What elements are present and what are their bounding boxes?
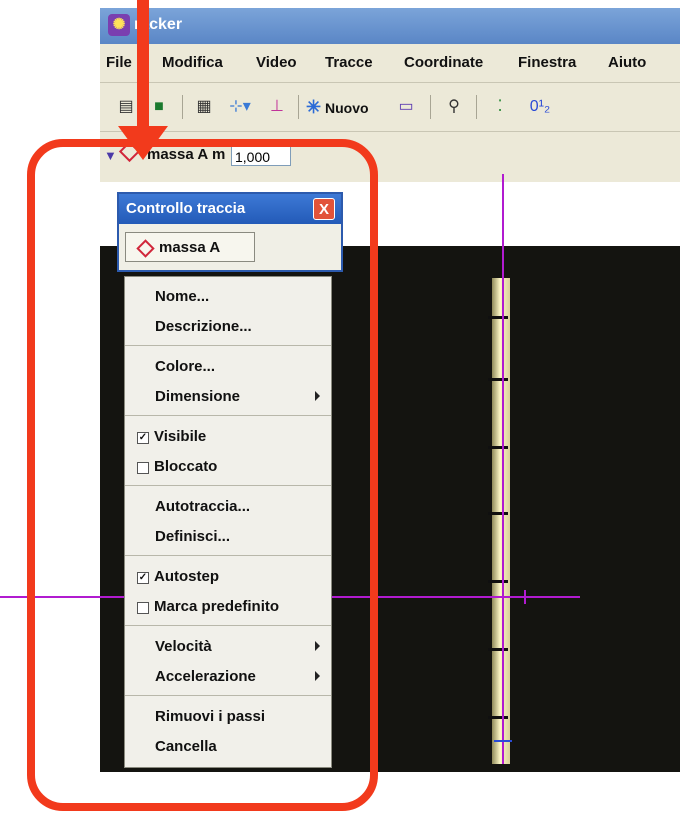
menu-item-label: Autostep <box>154 568 219 585</box>
menu-coordinate[interactable]: Coordinate <box>404 54 483 71</box>
save-icon[interactable]: ■ <box>146 93 172 121</box>
toolbar-separator <box>298 95 299 119</box>
trail-icon[interactable]: ⁚ <box>486 93 514 121</box>
rod-tick <box>488 716 508 719</box>
submenu-arrow-icon <box>315 671 320 681</box>
mass-field[interactable]: 1,000 <box>231 146 291 166</box>
menu-item-definisci[interactable]: Definisci... <box>125 523 331 553</box>
rod-tick <box>488 512 508 515</box>
menu-aiuto[interactable]: Aiuto <box>608 54 646 71</box>
rod-tick <box>488 446 508 449</box>
menu-tracce[interactable]: Tracce <box>325 54 373 71</box>
menu-modifica[interactable]: Modifica <box>162 54 223 71</box>
menu-item-label: Rimuovi i passi <box>155 708 266 725</box>
track-control-header[interactable]: Controllo traccia X <box>119 194 341 224</box>
open-icon[interactable]: ▤ <box>114 93 138 121</box>
datatrack-icon[interactable]: ▭ <box>392 93 420 121</box>
track-dropdown-icon[interactable]: ▼ <box>104 148 117 163</box>
checkbox-checked-icon[interactable]: ✓ <box>137 572 149 584</box>
crosshair-vertical[interactable] <box>502 174 504 764</box>
checkbox-unchecked-icon[interactable] <box>137 462 149 474</box>
menu-item-nome[interactable]: Nome... <box>125 283 331 313</box>
track-select-label: massa A <box>159 239 221 256</box>
axis-mark <box>524 590 526 604</box>
clip-settings-icon[interactable]: ▦ <box>192 93 216 121</box>
menu-item-label: Visibile <box>154 428 207 445</box>
menu-item-label: Marca predefinito <box>154 598 280 615</box>
menu-item-rimuovi-passi[interactable]: Rimuovi i passi <box>125 703 331 733</box>
menu-separator <box>125 625 331 626</box>
menu-item-label: Bloccato <box>154 458 218 475</box>
toolbar-separator <box>476 95 477 119</box>
toolbar-separator <box>182 95 183 119</box>
toolbar: ▤ ■ ▦ ⊹▾ ⊥ ✳ Nuovo ▭ ⚲ ⁚ 0¹₂ <box>100 83 680 132</box>
track-point-mark[interactable] <box>494 740 512 742</box>
tracker-logo-icon: ✺ <box>108 14 130 36</box>
menu-separator <box>125 485 331 486</box>
menu-item-marca-predefinito[interactable]: Marca predefinito <box>125 593 331 623</box>
menu-bar: File Modifica Video Tracce Coordinate Fi… <box>100 44 680 83</box>
submenu-arrow-icon <box>315 391 320 401</box>
menu-finestra[interactable]: Finestra <box>518 54 576 71</box>
annotation-arrow <box>137 0 149 128</box>
menu-item-autostep[interactable]: ✓ Autostep <box>125 563 331 593</box>
submenu-arrow-icon <box>315 641 320 651</box>
asterisk-icon: ✳ <box>306 97 322 117</box>
menu-item-label: Cancella <box>155 738 217 755</box>
measuring-rod <box>492 278 510 764</box>
menu-item-label: Definisci... <box>155 528 231 545</box>
calibration-tools-icon[interactable]: ⊹▾ <box>222 93 258 121</box>
menu-item-visibile[interactable]: ✓ Visibile <box>125 423 331 453</box>
rod-tick <box>488 378 508 381</box>
menu-separator <box>125 695 331 696</box>
menu-item-bloccato[interactable]: Bloccato <box>125 453 331 483</box>
mass-label: m <box>212 146 226 163</box>
new-track-button[interactable]: ✳ Nuovo <box>306 93 388 121</box>
menu-item-velocita[interactable]: Velocità <box>125 633 331 663</box>
labels-icon[interactable]: 0¹₂ <box>520 93 560 121</box>
track-select-button[interactable]: massa A <box>125 232 255 262</box>
menu-item-label: Accelerazione <box>155 668 256 685</box>
menu-separator <box>125 555 331 556</box>
menu-item-label: Velocità <box>155 638 212 655</box>
close-icon[interactable]: X <box>313 198 335 220</box>
menu-item-dimensione[interactable]: Dimensione <box>125 383 331 413</box>
axes-icon[interactable]: ⊥ <box>264 93 290 121</box>
menu-item-label: Autotraccia... <box>155 498 251 515</box>
menu-separator <box>125 345 331 346</box>
toolbar-separator <box>430 95 431 119</box>
checkbox-checked-icon[interactable]: ✓ <box>137 432 149 444</box>
menu-item-colore[interactable]: Colore... <box>125 353 331 383</box>
track-context-menu: Nome... Descrizione... Colore... Dimensi… <box>124 276 332 768</box>
menu-file[interactable]: File <box>106 54 132 71</box>
rod-tick <box>488 316 508 319</box>
new-track-label: Nuovo <box>324 100 369 116</box>
menu-item-label: Nome... <box>155 288 210 305</box>
menu-item-label: Descrizione... <box>155 318 252 335</box>
menu-item-accelerazione[interactable]: Accelerazione <box>125 663 331 693</box>
menu-item-label: Dimensione <box>155 388 241 405</box>
menu-item-autotraccia[interactable]: Autotraccia... <box>125 493 331 523</box>
track-bar: ▼ massa A m 1,000 <box>100 132 680 182</box>
annotation-arrow-head <box>118 126 168 160</box>
menu-separator <box>125 415 331 416</box>
title-bar[interactable]: ✺ racker <box>100 8 680 44</box>
menu-video[interactable]: Video <box>256 54 297 71</box>
zoom-icon[interactable]: ⚲ <box>440 93 468 121</box>
checkbox-unchecked-icon[interactable] <box>137 602 149 614</box>
menu-item-label: Colore... <box>155 358 216 375</box>
menu-item-cancella[interactable]: Cancella <box>125 733 331 763</box>
track-marker-icon <box>136 239 155 258</box>
rod-tick <box>488 580 508 583</box>
track-control-title: Controllo traccia <box>126 200 246 217</box>
track-control-panel: Controllo traccia X massa A <box>117 192 343 272</box>
rod-tick <box>488 648 508 651</box>
menu-item-descrizione[interactable]: Descrizione... <box>125 313 331 343</box>
